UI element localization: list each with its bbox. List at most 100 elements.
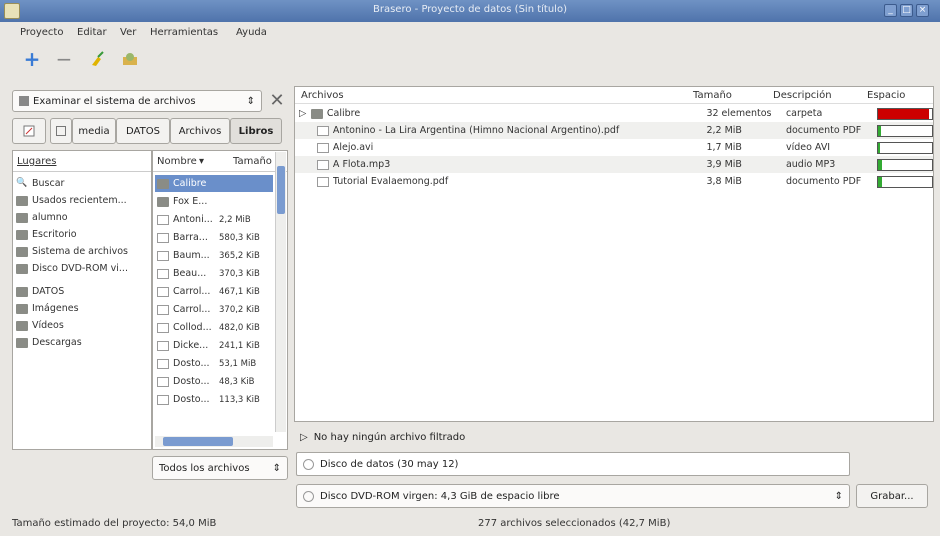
browser-selector[interactable]: Examinar el sistema de archivos ⇕	[12, 90, 262, 112]
table-row[interactable]: Baum... 365,2 KiB	[155, 247, 273, 264]
properties-button[interactable]	[116, 46, 144, 72]
scrollbar-thumb[interactable]	[277, 166, 285, 214]
table-row[interactable]: Dicke... 241,1 KiB	[155, 337, 273, 354]
file-name: Dosto...	[173, 394, 210, 405]
file-size: 3,8 MiB	[706, 176, 742, 187]
table-row[interactable]: Alejo.avi 1,7 MiB vídeo AVI	[295, 139, 933, 156]
table-row[interactable]: Carrol... 370,2 KiB	[155, 301, 273, 318]
place-item[interactable]: Vídeos	[16, 317, 148, 334]
table-row[interactable]: A Flota.mp3 3,9 MiB audio MP3	[295, 156, 933, 173]
table-row[interactable]: Calibre	[155, 175, 273, 192]
folder-icon	[16, 263, 28, 274]
table-row[interactable]: Antoni... 2,2 MiB	[155, 211, 273, 228]
menu-proyecto[interactable]: Proyecto	[20, 27, 63, 38]
close-button[interactable]: ×	[916, 4, 929, 17]
broom-icon	[92, 51, 104, 66]
file-icon	[157, 214, 169, 225]
place-label: Escritorio	[32, 229, 77, 240]
place-item[interactable]: Sistema de archivos	[16, 243, 148, 260]
place-item[interactable]: Escritorio	[16, 226, 148, 243]
path-archivos[interactable]: Archivos	[170, 118, 230, 144]
title-bar: Brasero - Proyecto de datos (Sin título)	[0, 0, 940, 22]
file-name: Antoni...	[173, 214, 213, 225]
place-item[interactable]: alumno	[16, 209, 148, 226]
minimize-button[interactable]: _	[884, 4, 897, 17]
clean-button[interactable]	[84, 46, 112, 72]
table-row[interactable]: Collod... 482,0 KiB	[155, 319, 273, 336]
table-row[interactable]: Dosto... 53,1 MiB	[155, 355, 273, 372]
file-name: Calibre	[173, 178, 207, 189]
expander-arrow-icon[interactable]: ▷	[299, 108, 311, 119]
file-icon	[316, 125, 329, 136]
places-header[interactable]: Lugares	[17, 156, 56, 167]
path-root-button[interactable]	[50, 118, 72, 144]
file-filter-label: Todos los archivos	[159, 462, 250, 474]
add-button[interactable]: +	[18, 46, 46, 72]
folder-icon	[16, 212, 28, 223]
file-name: Beau...	[173, 268, 207, 279]
maximize-button[interactable]: □	[900, 4, 913, 17]
table-row[interactable]: Dosto... 113,3 KiB	[155, 391, 273, 408]
menu-ver[interactable]: Ver	[120, 27, 136, 38]
file-size: 113,3 KiB	[219, 394, 260, 405]
path-libros[interactable]: Libros	[230, 118, 282, 144]
column-description[interactable]: Descripción	[773, 90, 832, 101]
path-media[interactable]: media	[72, 118, 116, 144]
table-row[interactable]: Tutorial Evalaemong.pdf 3,8 MiB documento …	[295, 173, 933, 190]
path-edit-button[interactable]	[12, 118, 46, 144]
place-item[interactable]: Usados recientem...	[16, 192, 148, 209]
table-row[interactable]: Antonino - La Lira Argentina (Himno Naci…	[295, 122, 933, 139]
filtered-expander[interactable]: ▷ No hay ningún archivo filtrado	[300, 432, 465, 443]
place-item[interactable]: Disco DVD-ROM vi...	[16, 260, 148, 277]
column-space[interactable]: Espacio	[867, 90, 905, 101]
file-icon	[157, 250, 169, 261]
place-item[interactable]: 🔍 Buscar	[16, 175, 148, 192]
file-description: audio MP3	[785, 159, 836, 170]
file-size: 2,2 MiB	[219, 214, 251, 225]
column-size[interactable]: Tamaño	[233, 156, 272, 167]
menu-ayuda[interactable]: Ayuda	[236, 27, 267, 38]
file-name: Collod...	[173, 322, 212, 333]
remove-button[interactable]: −	[50, 46, 78, 72]
folder-icon	[16, 320, 28, 331]
table-row[interactable]: Dosto... 48,3 KiB	[155, 373, 273, 390]
drive-selector[interactable]: Disco DVD-ROM virgen: 4,3 GiB de espacio…	[296, 484, 850, 508]
file-icon	[157, 304, 169, 315]
file-icon	[157, 376, 169, 387]
table-row[interactable]: Beau... 370,3 KiB	[155, 265, 273, 282]
drive-icon	[56, 126, 66, 136]
expander-arrow-icon: ▷	[300, 432, 308, 443]
file-name: Barra...	[173, 232, 208, 243]
table-row[interactable]: Carrol... 467,1 KiB	[155, 283, 273, 300]
column-size[interactable]: Tamaño	[693, 90, 732, 101]
place-item[interactable]: Descargas	[16, 334, 148, 351]
place-item[interactable]: Imágenes	[16, 300, 148, 317]
disc-name-field[interactable]: Disco de datos (30 may 12)	[296, 452, 850, 476]
file-name: Dosto...	[173, 358, 210, 369]
file-filter-combo[interactable]: Todos los archivos ⇕	[152, 456, 288, 480]
hscrollbar-thumb[interactable]	[163, 437, 233, 446]
menu-editar[interactable]: Editar	[77, 27, 107, 38]
places-pane: Lugares 🔍 Buscar Usados recientem... alumno…	[12, 150, 152, 450]
file-icon	[157, 268, 169, 279]
vertical-scrollbar[interactable]	[275, 152, 286, 432]
place-item[interactable]: DATOS	[16, 283, 148, 300]
column-name[interactable]: Nombre	[157, 156, 197, 167]
column-files[interactable]: Archivos	[301, 90, 344, 101]
file-description: vídeo AVI	[785, 142, 831, 153]
horizontal-scrollbar[interactable]	[155, 436, 273, 447]
menu-herramientas[interactable]: Herramientas	[150, 27, 218, 38]
path-datos[interactable]: DATOS	[116, 118, 170, 144]
file-size: 580,3 KiB	[219, 232, 260, 243]
app-icon	[4, 3, 20, 19]
burn-button[interactable]: Grabar...	[856, 484, 928, 508]
place-label: DATOS	[32, 286, 65, 297]
status-selected-files: 277 archivos seleccionados (42,7 MiB)	[478, 518, 671, 529]
table-row[interactable]: ▷ Calibre 32 elementos carpeta	[295, 105, 933, 122]
sort-down-icon: ▾	[199, 156, 205, 167]
folder-icon	[19, 96, 29, 106]
project-pane: Archivos Tamaño Descripción Espacio ▷ Cal…	[294, 86, 934, 422]
close-browser-icon[interactable]: ✕	[266, 90, 288, 112]
table-row[interactable]: Fox E...	[155, 193, 273, 210]
table-row[interactable]: Barra... 580,3 KiB	[155, 229, 273, 246]
